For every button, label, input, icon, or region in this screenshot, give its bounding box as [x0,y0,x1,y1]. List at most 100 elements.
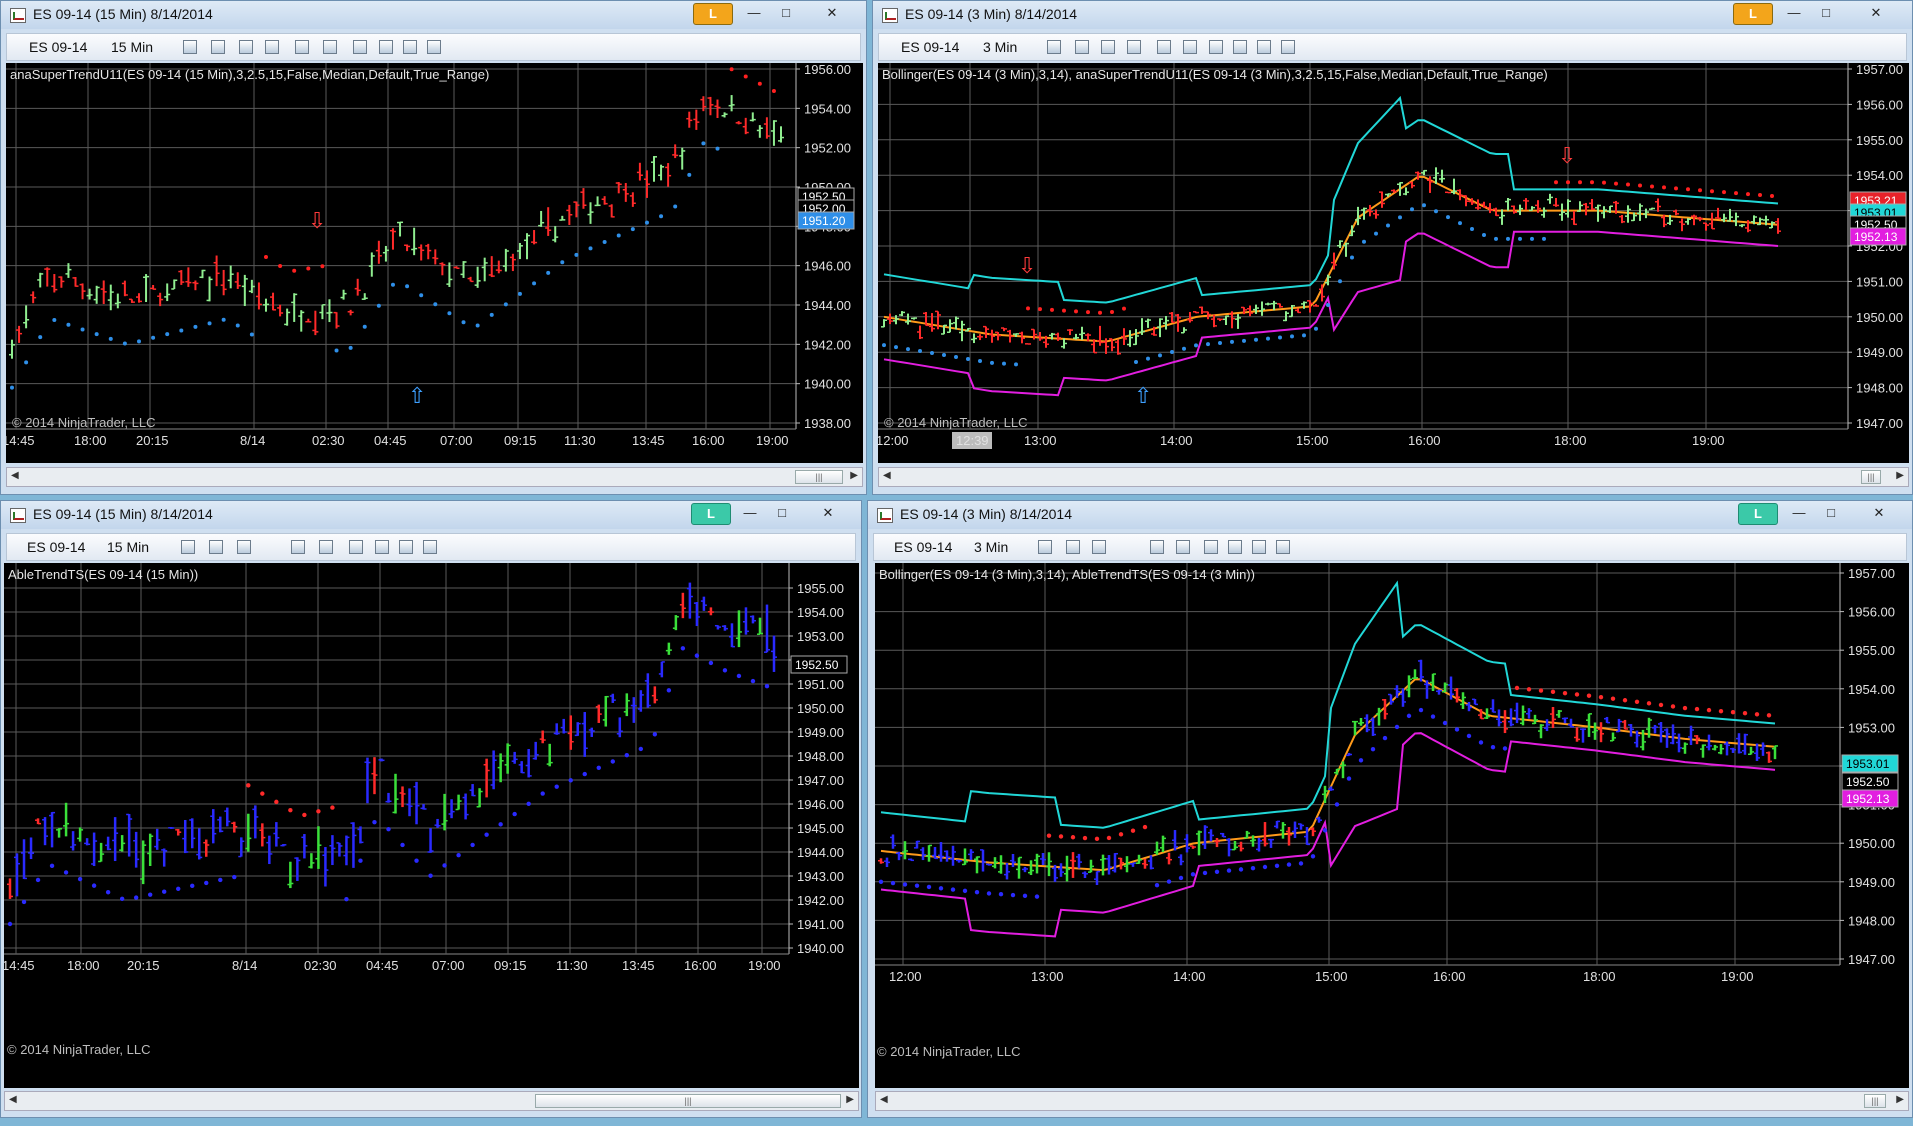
trailing-stop-dot [998,892,1004,897]
drawing-tool-icon[interactable] [1066,540,1080,554]
strategies-icon[interactable] [379,40,393,54]
scroll-right-icon[interactable]: ▶ [1896,1094,1904,1105]
price-chart[interactable]: 1955.001954.001953.001952.001951.001950.… [4,563,859,1088]
eraser-icon[interactable] [265,40,279,54]
data-box-icon[interactable] [399,540,413,554]
data-box-icon[interactable] [403,40,417,54]
properties-icon[interactable] [427,40,441,54]
instrument-selector[interactable]: ES 09-14 [27,539,85,555]
interval-selector[interactable]: 15 Min [111,39,153,55]
indicators-icon[interactable] [353,40,367,54]
bar-type-icon[interactable] [183,40,197,54]
crosshair-icon[interactable] [1157,40,1171,54]
link-button[interactable]: L [1738,503,1778,525]
instrument-selector[interactable]: ES 09-14 [29,39,87,55]
strategies-icon[interactable] [375,540,389,554]
scroll-thumb[interactable]: ||| [795,470,843,484]
crosshair-icon[interactable] [291,540,305,554]
title-bar[interactable]: ES 09-14 (15 Min) 8/14/2014 L — □ ✕ [1,501,861,529]
close-icon[interactable]: ✕ [1866,503,1892,523]
scroll-thumb[interactable]: ||| [1861,470,1881,484]
link-button[interactable]: L [1733,3,1773,25]
data-box-icon[interactable] [1252,540,1266,554]
properties-icon[interactable] [1281,40,1295,54]
close-icon[interactable]: ✕ [819,3,845,23]
indicators-icon[interactable] [1204,540,1218,554]
price-chart[interactable]: 1957.001956.001955.001954.001953.001952.… [875,563,1909,1088]
scroll-left-icon[interactable]: ◀ [11,470,19,481]
interval-selector[interactable]: 3 Min [983,39,1017,55]
scroll-right-icon[interactable]: ▶ [846,1094,854,1105]
trailing-stop-dot [362,324,367,329]
horizontal-scrollbar[interactable]: ◀ ||| ▶ [6,467,863,487]
properties-icon[interactable] [1276,540,1290,554]
marker-icon[interactable] [237,540,251,554]
trailing-stop-dot [1038,307,1042,312]
trailing-stop-dot [1454,727,1460,732]
trailing-stop-dot [1730,709,1736,715]
instrument-selector[interactable]: ES 09-14 [901,39,959,55]
scroll-thumb[interactable]: ||| [1864,1094,1886,1108]
drawing-tool-icon[interactable] [211,40,225,54]
price-chart[interactable]: 1957.001956.001955.001954.001953.001952.… [878,63,1909,463]
close-icon[interactable]: ✕ [815,503,841,523]
link-button[interactable]: L [691,503,731,525]
zoom-icon[interactable] [1183,40,1197,54]
crosshair-icon[interactable] [1150,540,1164,554]
trailing-stop-dot [1094,836,1100,842]
sell-arrow-icon: ⇩ [1558,144,1576,169]
scroll-right-icon[interactable]: ▶ [1896,470,1904,481]
price-axis-label: 1957.00 [1848,566,1895,581]
marker-icon[interactable] [239,40,253,54]
minimize-icon[interactable]: — [1781,3,1807,23]
drawing-tool-icon[interactable] [1075,40,1089,54]
interval-selector[interactable]: 15 Min [107,539,149,555]
zoom-icon[interactable] [1176,540,1190,554]
time-axis-label: 09:15 [494,958,527,973]
bar-type-icon[interactable] [1038,540,1052,554]
trailing-stop-dot [986,891,992,896]
close-icon[interactable]: ✕ [1863,3,1889,23]
title-bar[interactable]: ES 09-14 (3 Min) 8/14/2014 L — □ ✕ [873,1,1912,29]
eraser-icon[interactable] [1127,40,1141,54]
minimize-icon[interactable]: — [741,3,767,23]
indicators-icon[interactable] [1209,40,1223,54]
scroll-left-icon[interactable]: ◀ [9,1094,17,1105]
zoom-icon[interactable] [323,40,337,54]
indicators-icon[interactable] [349,540,363,554]
title-bar[interactable]: ES 09-14 (3 Min) 8/14/2014 L — □ ✕ [868,501,1912,529]
horizontal-scrollbar[interactable]: ◀ ||| ▶ [4,1091,859,1111]
strategies-icon[interactable] [1233,40,1247,54]
zoom-icon[interactable] [319,540,333,554]
maximize-icon[interactable]: □ [1818,503,1844,523]
scroll-left-icon[interactable]: ◀ [883,470,891,481]
strategies-icon[interactable] [1228,540,1242,554]
maximize-icon[interactable]: □ [1813,3,1839,23]
trailing-stop-dot [1046,833,1052,838]
minimize-icon[interactable]: — [737,503,763,523]
title-bar[interactable]: ES 09-14 (15 Min) 8/14/2014 L — □ ✕ [1,1,866,29]
marker-icon[interactable] [1101,40,1115,54]
link-button[interactable]: L [693,3,733,25]
interval-selector[interactable]: 3 Min [974,539,1008,555]
scroll-right-icon[interactable]: ▶ [850,470,858,481]
horizontal-scrollbar[interactable]: ◀ ||| ▶ [878,467,1909,487]
crosshair-icon[interactable] [295,40,309,54]
bar-type-icon[interactable] [1047,40,1061,54]
bar-type-icon[interactable] [181,540,195,554]
trailing-stop-dot [517,291,522,296]
scroll-left-icon[interactable]: ◀ [880,1094,888,1105]
trailing-stop-dot [1514,685,1520,691]
instrument-selector[interactable]: ES 09-14 [894,539,952,555]
horizontal-scrollbar[interactable]: ◀ ||| ▶ [875,1091,1909,1111]
price-chart[interactable]: 1956.001954.001952.001950.001948.001946.… [6,63,863,463]
marker-icon[interactable] [1092,540,1106,554]
maximize-icon[interactable]: □ [769,503,795,523]
data-box-icon[interactable] [1257,40,1271,54]
drawing-tool-icon[interactable] [209,540,223,554]
trailing-stop-dot [1446,215,1450,220]
properties-icon[interactable] [423,540,437,554]
minimize-icon[interactable]: — [1786,503,1812,523]
maximize-icon[interactable]: □ [773,3,799,23]
scroll-thumb[interactable]: ||| [535,1094,841,1108]
